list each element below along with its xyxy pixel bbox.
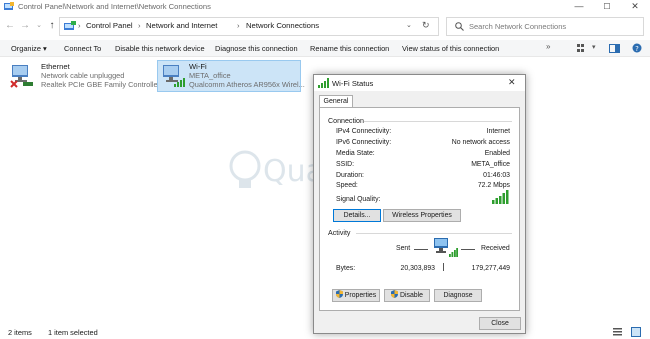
bytes-received-value: 179,277,449	[471, 265, 510, 272]
connection-item-ethernet[interactable]: Ethernet Network cable unplugged Realtek…	[9, 60, 160, 90]
lightbulb-icon	[229, 150, 261, 188]
svg-text:?: ?	[635, 45, 639, 53]
window-title-bar[interactable]: Control Panel\Network and Internet\Netwo…	[0, 0, 650, 14]
duration-value: 01:46:03	[483, 172, 510, 179]
media-state-label: Media State:	[336, 150, 375, 157]
activity-divider	[356, 233, 512, 234]
more-options-icon[interactable]: »	[546, 42, 550, 51]
search-icon	[455, 22, 464, 31]
dialog-close-icon[interactable]: ✕	[508, 77, 516, 88]
connection-adapter: Qualcomm Atheros AR956x Wirel...	[189, 80, 305, 89]
minimize-button[interactable]: —	[566, 0, 592, 14]
back-button[interactable]: ←	[3, 19, 17, 33]
wifi-status-icon	[318, 78, 329, 88]
connection-name: Ethernet	[41, 62, 70, 71]
up-button[interactable]: ↑	[45, 19, 59, 33]
window-title: Control Panel\Network and Internet\Netwo…	[18, 2, 211, 11]
dialog-title-bar[interactable]: Wi-Fi Status ✕	[314, 75, 525, 91]
duration-label: Duration:	[336, 172, 364, 179]
selection-count: 1 item selected	[48, 328, 98, 337]
activity-separator	[443, 263, 444, 271]
diagnose-connection-button[interactable]: Diagnose this connection	[215, 44, 298, 53]
breadcrumb-network-connections[interactable]: Network Connections	[246, 21, 319, 30]
search-input[interactable]: Search Network Connections	[469, 22, 566, 31]
disable-device-button[interactable]: Disable this network device	[115, 44, 205, 53]
wireless-properties-button[interactable]: Wireless Properties	[383, 209, 461, 222]
address-dropdown-chevron-icon[interactable]: ⌄	[406, 21, 412, 29]
refresh-icon[interactable]: ↻	[422, 20, 430, 31]
recent-locations-chevron-icon[interactable]: ⌄	[32, 19, 46, 33]
general-tab-panel: Connection IPv4 Connectivity: Internet I…	[319, 107, 520, 311]
breadcrumb-separator: ›	[78, 21, 81, 30]
connect-to-button[interactable]: Connect To	[64, 44, 101, 53]
ipv4-label: IPv4 Connectivity:	[336, 128, 392, 135]
ssid-value: META_office	[471, 161, 510, 168]
network-activity-icon	[434, 238, 458, 257]
address-bar[interactable]: › Control Panel › Network and Internet ›…	[59, 17, 439, 36]
ipv6-value: No network access	[451, 139, 510, 146]
large-icons-view-icon[interactable]	[631, 327, 641, 337]
diagnose-button[interactable]: Diagnose	[434, 289, 482, 302]
organize-menu[interactable]: Organize ▾	[11, 44, 47, 53]
wifi-status-dialog: Wi-Fi Status ✕ General Connection IPv4 C…	[313, 74, 526, 334]
dialog-title: Wi-Fi Status	[332, 79, 374, 88]
activity-heading: Activity	[328, 229, 351, 237]
ipv4-value: Internet	[486, 128, 510, 135]
properties-button[interactable]: Properties	[332, 289, 380, 302]
speed-value: 72.2 Mbps	[477, 182, 510, 189]
view-dropdown-chevron-icon[interactable]: ▾	[592, 43, 596, 51]
shield-icon	[391, 290, 398, 298]
ssid-label: SSID:	[336, 161, 354, 168]
change-view-icon[interactable]	[577, 44, 589, 53]
disable-button[interactable]: Disable	[384, 289, 430, 302]
connection-status: Network cable unplugged	[41, 71, 125, 80]
command-bar: Organize ▾ Connect To Disable this netwo…	[0, 40, 650, 57]
disable-label: Disable	[400, 292, 423, 299]
breadcrumb-separator: ›	[237, 21, 240, 30]
connection-status: META_office	[189, 71, 231, 80]
connection-heading: Connection	[328, 117, 364, 125]
sent-label: Sent	[396, 245, 411, 252]
view-status-button[interactable]: View status of this connection	[402, 44, 499, 53]
details-button[interactable]: Details...	[333, 209, 381, 222]
breadcrumb-network-and-internet[interactable]: Network and Internet	[146, 21, 217, 30]
properties-label: Properties	[344, 292, 377, 299]
forward-button[interactable]: →	[18, 19, 32, 33]
help-icon[interactable]: ?	[632, 43, 642, 53]
maximize-button[interactable]: ☐	[594, 0, 620, 14]
signal-quality-label: Signal Quality:	[336, 196, 381, 203]
connection-divider	[364, 121, 512, 122]
connection-name: Wi-Fi	[189, 62, 207, 71]
control-panel-icon	[4, 2, 14, 10]
sent-line	[414, 249, 428, 250]
breadcrumb-control-panel[interactable]: Control Panel	[86, 21, 133, 30]
signal-strength-icon	[492, 190, 509, 204]
received-line	[461, 249, 475, 250]
media-state-value: Enabled	[484, 150, 510, 157]
close-dialog-button[interactable]: Close	[479, 317, 521, 330]
preview-pane-icon[interactable]	[609, 44, 620, 53]
shield-icon	[335, 290, 343, 298]
bytes-label: Bytes:	[336, 265, 356, 272]
search-box[interactable]: Search Network Connections	[446, 17, 644, 36]
bytes-sent-value: 20,303,893	[400, 265, 436, 272]
control-panel-icon	[64, 21, 76, 30]
ipv6-label: IPv6 Connectivity:	[336, 139, 392, 146]
connection-adapter: Realtek PCIe GBE Family Controller	[41, 80, 161, 89]
item-count: 2 items	[8, 328, 32, 337]
speed-label: Speed:	[336, 182, 358, 189]
rename-connection-button[interactable]: Rename this connection	[310, 44, 389, 53]
wifi-adapter-icon	[163, 65, 185, 87]
received-label: Received	[481, 245, 510, 252]
connection-item-wifi[interactable]: Wi-Fi META_office Qualcomm Atheros AR956…	[157, 60, 305, 92]
breadcrumb-separator: ›	[138, 21, 141, 30]
ethernet-adapter-icon	[10, 65, 33, 88]
close-button[interactable]: ✕	[622, 0, 648, 14]
details-view-icon[interactable]	[613, 328, 622, 336]
